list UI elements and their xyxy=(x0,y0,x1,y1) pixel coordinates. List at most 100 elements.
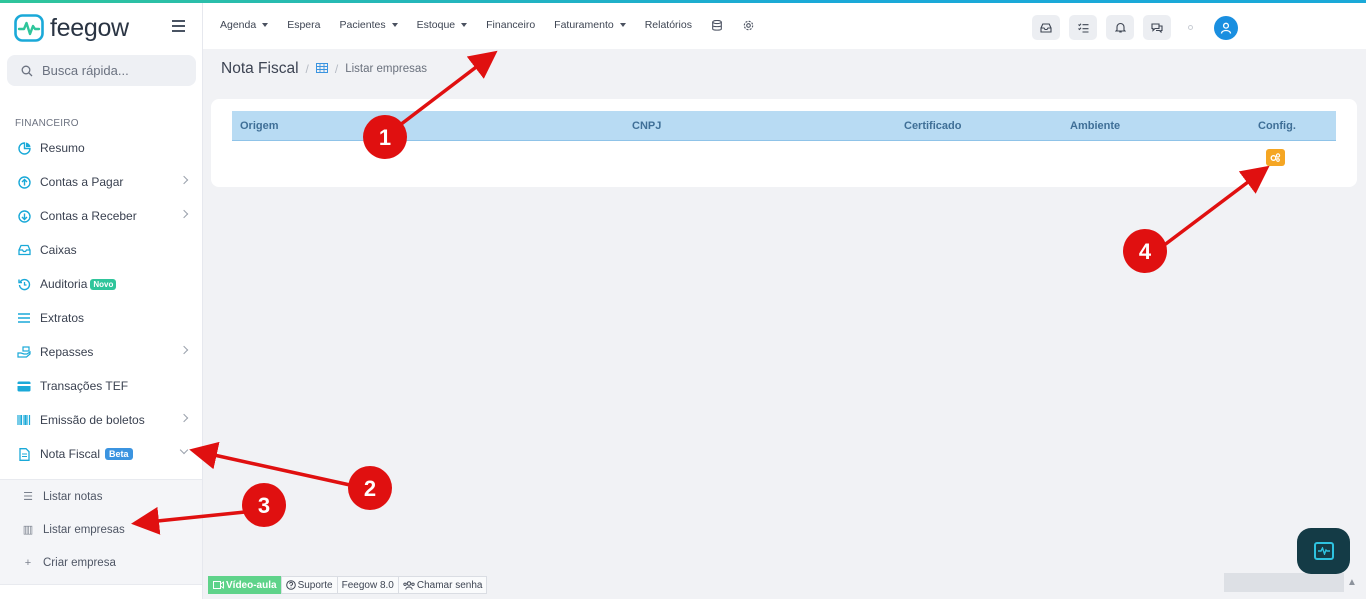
submenu-item-listar-empresas[interactable]: ▥ Listar empresas xyxy=(0,513,202,546)
notifications-button[interactable] xyxy=(1106,15,1134,40)
video-lesson-label: Vídeo-aula xyxy=(226,579,277,591)
heart-monitor-icon xyxy=(1313,542,1334,560)
sidebar-item-label: Transações TEF xyxy=(40,379,129,393)
sidebar-item-auditoria[interactable]: Auditoria Novo xyxy=(0,267,202,301)
breadcrumb: Nota Fiscal / / Listar empresas xyxy=(221,60,427,78)
hand-money-icon xyxy=(17,345,31,359)
page-title: Nota Fiscal xyxy=(221,60,299,77)
call-ticket-button[interactable]: Chamar senha xyxy=(397,576,488,594)
column-header-config[interactable]: Config. xyxy=(1258,120,1296,132)
list-icon xyxy=(17,311,31,325)
video-lesson-button[interactable]: Vídeo-aula xyxy=(208,576,282,594)
annotation-arrow-2: 2 xyxy=(189,441,392,510)
list-icon: ☰ xyxy=(23,491,33,503)
settings-icon[interactable] xyxy=(743,19,755,31)
table-icon[interactable] xyxy=(315,60,328,78)
main-menu: Agenda Espera Pacientes Estoque Financei… xyxy=(220,19,775,31)
sidebar-item-label: Contas a Pagar xyxy=(40,175,124,189)
support-label: Suporte xyxy=(297,579,333,591)
video-icon xyxy=(213,581,224,589)
sidebar-item-extratos[interactable]: Extratos xyxy=(0,301,202,335)
nav-agenda[interactable]: Agenda xyxy=(220,19,269,31)
sidebar-item-label: Emissão de boletos xyxy=(40,413,145,427)
users-icon xyxy=(403,580,415,590)
sidebar-item-resumo[interactable]: Resumo xyxy=(0,131,202,165)
submenu-item-listar-notas[interactable]: ☰ Listar notas xyxy=(0,480,202,513)
chevron-right-icon xyxy=(179,413,189,423)
credit-card-icon xyxy=(17,379,31,393)
beta-badge: Beta xyxy=(105,448,133,460)
sidebar: feegow FINANCEIRO Resumo Contas a Pagar … xyxy=(0,3,203,599)
sidebar-item-contas-receber[interactable]: Contas a Receber xyxy=(0,199,202,233)
annotation-label: 4 xyxy=(1139,239,1152,264)
inbox-button[interactable] xyxy=(1032,15,1060,40)
scroll-up-arrow-icon[interactable]: ▲ xyxy=(1347,577,1357,588)
arrow-down-circle-icon xyxy=(17,209,31,223)
nav-label: Pacientes xyxy=(339,19,386,31)
nav-label: Estoque xyxy=(416,19,456,31)
companies-card: Origem CNPJ Certificado Ambiente Config. xyxy=(211,99,1357,187)
sidebar-item-partial-icon xyxy=(17,593,31,599)
horizontal-scrollbar[interactable] xyxy=(1224,573,1344,592)
submenu-item-criar-empresa[interactable]: + Criar empresa xyxy=(0,546,202,579)
sidebar-item-transacoes-tef[interactable]: Transações TEF xyxy=(0,369,202,403)
nota-fiscal-submenu: ☰ Listar notas ▥ Listar empresas + Criar… xyxy=(0,479,202,585)
sidebar-item-label: Contas a Receber xyxy=(40,209,137,223)
caret-down-icon xyxy=(461,23,468,27)
barcode-icon xyxy=(17,413,31,427)
nav-label: Agenda xyxy=(220,19,257,31)
sidebar-item-boletos[interactable]: Emissão de boletos xyxy=(0,403,202,437)
nav-espera[interactable]: Espera xyxy=(287,19,320,31)
new-badge: Novo xyxy=(90,278,117,290)
nav-faturamento[interactable]: Faturamento xyxy=(554,19,626,31)
column-header-certificado[interactable]: Certificado xyxy=(904,120,961,132)
call-ticket-label: Chamar senha xyxy=(416,579,483,591)
chat-icon xyxy=(1151,22,1163,33)
submenu-item-label: Listar notas xyxy=(43,490,103,503)
config-button[interactable] xyxy=(1266,149,1285,166)
table-header: Origem CNPJ Certificado Ambiente Config. xyxy=(232,111,1336,141)
tasks-button[interactable] xyxy=(1069,15,1097,40)
brand-logo[interactable]: feegow xyxy=(14,13,129,43)
sidebar-item-repasses[interactable]: Repasses xyxy=(0,335,202,369)
sidebar-item-label: Caixas xyxy=(40,243,77,257)
annotation-overlay: 1 2 3 4 xyxy=(131,50,1270,535)
quick-search[interactable] xyxy=(7,55,196,86)
sidebar-item-caixas[interactable]: Caixas xyxy=(0,233,202,267)
nav-label: Faturamento xyxy=(554,19,614,31)
user-icon xyxy=(1220,22,1232,34)
search-input[interactable] xyxy=(42,63,182,78)
support-button[interactable]: Suporte xyxy=(280,576,338,594)
chevron-down-icon xyxy=(179,445,189,455)
nav-pacientes[interactable]: Pacientes xyxy=(339,19,398,31)
chevron-right-icon xyxy=(179,175,189,185)
database-icon[interactable] xyxy=(711,19,723,31)
cogs-icon xyxy=(1270,153,1281,162)
nav-financeiro[interactable]: Financeiro xyxy=(486,19,535,31)
user-avatar[interactable] xyxy=(1214,15,1238,40)
sidebar-item-label: Auditoria xyxy=(40,277,88,291)
status-dot xyxy=(1188,25,1193,30)
chevron-right-icon xyxy=(179,345,189,355)
sidebar-item-label: Extratos xyxy=(40,311,85,325)
sidebar-item-nota-fiscal[interactable]: Nota Fiscal Beta xyxy=(0,437,202,471)
nav-relatorios[interactable]: Relatórios xyxy=(645,19,692,31)
column-header-cnpj[interactable]: CNPJ xyxy=(632,120,661,132)
nav-estoque[interactable]: Estoque xyxy=(417,19,468,31)
column-header-ambiente[interactable]: Ambiente xyxy=(1070,120,1120,132)
annotation-label: 2 xyxy=(364,476,376,501)
messages-button[interactable] xyxy=(1143,15,1171,40)
checklist-icon xyxy=(1077,22,1088,33)
section-title: FINANCEIRO xyxy=(15,118,79,129)
sidebar-item-contas-pagar[interactable]: Contas a Pagar xyxy=(0,165,202,199)
version-label: Feegow 8.0 xyxy=(336,576,399,594)
bell-icon xyxy=(1114,22,1126,33)
top-navigation: Agenda Espera Pacientes Estoque Financei… xyxy=(203,3,1366,49)
submenu-item-label: Criar empresa xyxy=(43,556,116,569)
nav-label: Relatórios xyxy=(644,19,692,31)
caret-down-icon xyxy=(619,23,626,27)
help-chat-widget[interactable] xyxy=(1297,528,1350,574)
menu-toggle-icon[interactable] xyxy=(172,20,185,32)
column-header-origem[interactable]: Origem xyxy=(240,120,279,132)
footer: Vídeo-aula Suporte Feegow 8.0 Chamar sen… xyxy=(203,571,1366,599)
